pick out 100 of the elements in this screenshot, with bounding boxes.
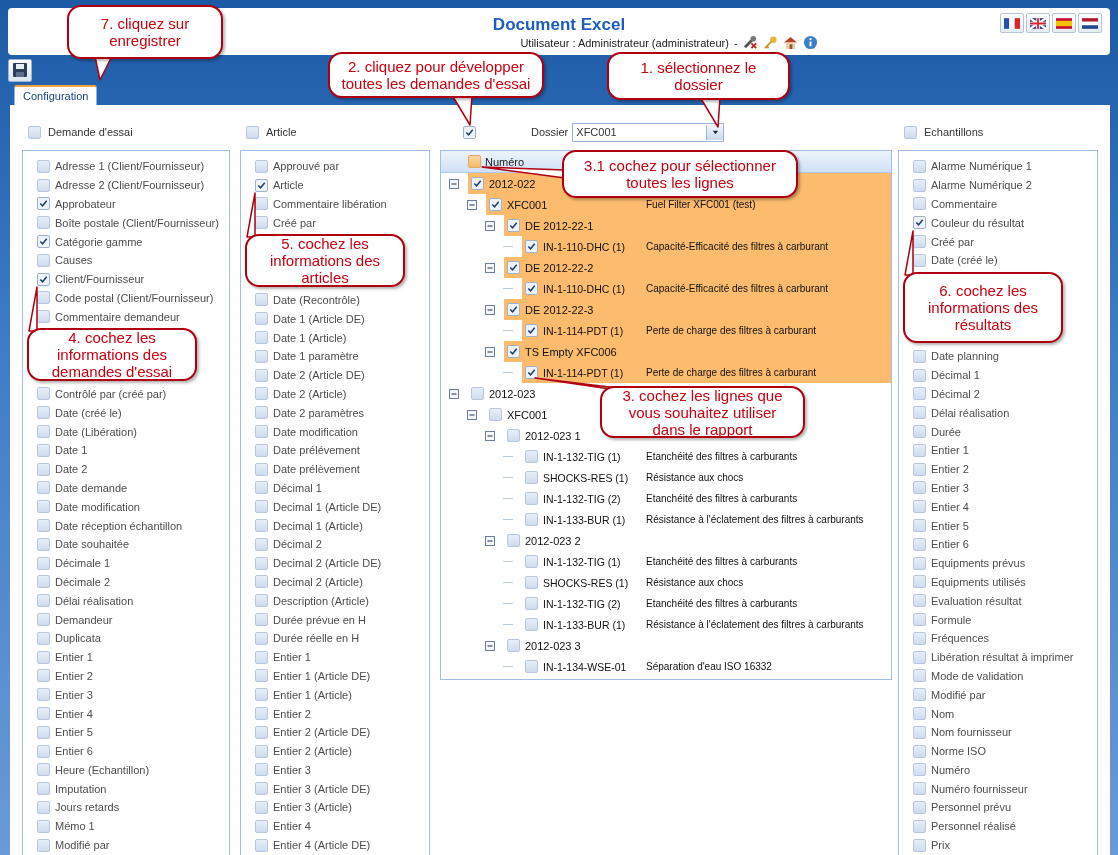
tree-row[interactable]: 2012-023 bbox=[468, 383, 540, 404]
field-option[interactable]: Date (Recontrôle) bbox=[273, 293, 360, 306]
field-option[interactable]: Modifié par bbox=[55, 839, 110, 852]
field-option[interactable]: Commentaire bbox=[931, 198, 998, 210]
field-option[interactable]: Personnel prévu bbox=[931, 801, 1012, 814]
checkbox[interactable] bbox=[255, 312, 268, 326]
field-option[interactable]: Demandeur bbox=[55, 613, 113, 626]
field-option[interactable]: Entier 1 bbox=[931, 444, 969, 457]
field-option[interactable]: Entier 2 bbox=[931, 463, 969, 476]
field-option[interactable]: Couleur du résultat bbox=[931, 216, 1024, 229]
field-option[interactable]: Décimal 2 bbox=[931, 387, 980, 400]
field-option[interactable]: Evaluation résultat bbox=[931, 594, 1022, 607]
checkbox[interactable] bbox=[37, 387, 50, 401]
tree-row[interactable]: IN-1-114-PDT (1) Perte de charge des filtres à carburant bbox=[522, 362, 891, 383]
checkbox[interactable] bbox=[37, 801, 50, 814]
field-option[interactable]: Entier 4 (Article DE) bbox=[273, 839, 371, 852]
collapse-icon[interactable] bbox=[485, 535, 495, 546]
field-option[interactable]: Decimal 2 (Article) bbox=[273, 575, 363, 588]
field-option[interactable]: Equipments utilisés bbox=[931, 575, 1026, 588]
checkbox[interactable] bbox=[37, 178, 50, 192]
checkbox[interactable] bbox=[913, 500, 926, 514]
tree-row[interactable]: DE 2012-22-3 bbox=[504, 299, 891, 320]
field-option[interactable]: Date prélévement bbox=[273, 444, 360, 457]
checkbox[interactable] bbox=[255, 631, 268, 645]
field-option[interactable]: Durée prévue en H bbox=[273, 613, 366, 626]
field-option[interactable]: Date 2 bbox=[55, 463, 88, 476]
checkbox[interactable] bbox=[468, 155, 481, 168]
checkbox[interactable] bbox=[37, 253, 50, 267]
checkbox[interactable] bbox=[255, 688, 268, 702]
field-option[interactable]: Fréquences bbox=[931, 632, 990, 645]
checkbox[interactable] bbox=[37, 537, 50, 551]
tree-row[interactable]: IN-1-132-TIG (1) Etanchéité des filtres à carburants bbox=[522, 551, 802, 572]
collapse-icon[interactable] bbox=[449, 388, 459, 399]
field-option[interactable]: Entier 3 (Article DE) bbox=[273, 782, 371, 795]
checkbox[interactable] bbox=[913, 763, 926, 777]
checkbox[interactable] bbox=[255, 594, 268, 608]
field-option[interactable]: Alarme Numérique 1 bbox=[931, 160, 1032, 173]
checkbox[interactable] bbox=[37, 425, 50, 439]
field-option[interactable]: Date modification bbox=[55, 500, 140, 513]
field-option[interactable]: Entier 6 bbox=[55, 745, 93, 758]
tree-row[interactable]: XFC001 bbox=[486, 404, 552, 425]
field-option[interactable]: Client/Fournisseur bbox=[55, 273, 145, 286]
checkbox[interactable] bbox=[489, 408, 502, 421]
checkbox[interactable] bbox=[913, 744, 926, 758]
field-option[interactable]: Nom fournisseur bbox=[931, 726, 1012, 739]
collapse-icon[interactable] bbox=[485, 262, 495, 273]
field-option[interactable]: Entier 1 (Article DE) bbox=[273, 669, 371, 682]
field-option[interactable]: Date réception échantillon bbox=[55, 519, 183, 532]
field-option[interactable]: Libération résultat à imprimer bbox=[931, 651, 1074, 664]
checkbox[interactable] bbox=[913, 443, 926, 457]
checkbox[interactable] bbox=[913, 594, 926, 608]
tree-row[interactable]: IN-1-132-TIG (2) Etanchéité des filtres à carburants bbox=[522, 593, 802, 614]
tree-row[interactable]: DE 2012-22-1 bbox=[504, 215, 891, 236]
checkbox[interactable] bbox=[37, 481, 50, 495]
language-button[interactable] bbox=[1052, 13, 1076, 33]
checkbox[interactable] bbox=[913, 178, 926, 192]
field-option[interactable]: Créé par bbox=[273, 216, 316, 229]
checkbox[interactable] bbox=[28, 125, 41, 139]
checkbox[interactable] bbox=[255, 613, 268, 626]
checkbox[interactable] bbox=[913, 197, 926, 211]
field-option[interactable]: Date 1 (Article) bbox=[273, 331, 347, 344]
field-option[interactable]: Décimale 2 bbox=[55, 575, 111, 588]
field-option[interactable]: Entier 2 (Article DE) bbox=[273, 726, 371, 739]
checkbox[interactable] bbox=[37, 707, 50, 720]
checkbox[interactable] bbox=[507, 534, 520, 547]
field-option[interactable]: Approuvé par bbox=[273, 160, 340, 173]
field-option[interactable]: Numéro bbox=[931, 763, 971, 776]
checkbox[interactable] bbox=[913, 782, 926, 796]
field-option[interactable]: Entier 3 bbox=[931, 481, 969, 494]
checkbox[interactable] bbox=[255, 782, 268, 796]
field-option[interactable]: Entier 3 (Article) bbox=[273, 801, 352, 814]
tree-row[interactable]: IN-1-114-PDT (1) Perte de charge des filtres à carburant bbox=[522, 320, 891, 341]
field-option[interactable]: Délai réalisation bbox=[931, 406, 1010, 419]
checkbox[interactable] bbox=[913, 725, 926, 739]
checkbox[interactable] bbox=[913, 631, 926, 645]
checkbox[interactable] bbox=[246, 125, 259, 139]
checkbox[interactable] bbox=[489, 198, 502, 211]
field-option[interactable]: Entier 1 bbox=[55, 651, 93, 664]
field-option[interactable]: Date 2 (Article) bbox=[273, 387, 347, 400]
checkbox[interactable] bbox=[37, 819, 50, 833]
checkbox[interactable] bbox=[255, 725, 268, 739]
checkbox[interactable] bbox=[255, 293, 268, 307]
tree-row[interactable]: IN-1-110-DHC (1) Capacité-Efficacité des filtres à carburant bbox=[522, 278, 891, 299]
field-option[interactable]: Entier 1 (Article) bbox=[273, 688, 352, 701]
checkbox[interactable] bbox=[913, 669, 926, 683]
field-option[interactable]: Adresse 1 (Client/Fournisseur) bbox=[55, 160, 205, 173]
checkbox[interactable] bbox=[37, 462, 50, 476]
field-option[interactable]: Date 1 bbox=[55, 444, 88, 457]
collapse-icon[interactable] bbox=[485, 640, 495, 651]
field-option[interactable]: Date souhaitée bbox=[55, 538, 129, 551]
field-option[interactable]: Entier 2 bbox=[273, 707, 311, 720]
checkbox[interactable] bbox=[255, 331, 268, 345]
collapse-icon[interactable] bbox=[467, 199, 477, 210]
field-option[interactable]: Date (créé le) bbox=[55, 406, 122, 419]
checkbox[interactable] bbox=[507, 261, 520, 274]
field-option[interactable]: Mode de validation bbox=[931, 669, 1024, 682]
checkbox[interactable] bbox=[37, 556, 50, 570]
field-option[interactable]: Entier 4 bbox=[931, 500, 969, 513]
checkbox[interactable] bbox=[255, 462, 268, 476]
field-option[interactable]: Date 2 paramètres bbox=[273, 406, 365, 419]
